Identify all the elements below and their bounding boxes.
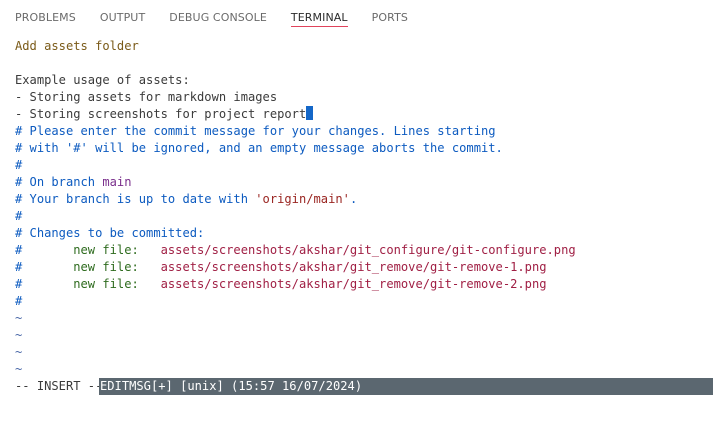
usage-item-line: - Storing assets for markdown images xyxy=(15,90,278,104)
tab-output[interactable]: OUTPUT xyxy=(100,0,145,27)
file-status-info: EDITMSG[+] [unix] (15:57 16/07/2024) xyxy=(99,378,713,395)
staged-file-path: assets/screenshots/akshar/git_remove/git… xyxy=(160,260,547,274)
new-file-label: new file: xyxy=(73,277,139,291)
text-cursor xyxy=(306,106,314,120)
branch-line: # On branch main xyxy=(15,174,705,191)
branch-prefix: # On branch xyxy=(15,175,103,189)
tab-problems[interactable]: PROBLEMS xyxy=(15,0,76,27)
upstream-name: 'origin/main' xyxy=(255,192,350,206)
tab-ports[interactable]: PORTS xyxy=(372,0,408,27)
tab-debug-console[interactable]: DEBUG CONSOLE xyxy=(169,0,267,27)
new-file-label: new file: xyxy=(73,243,139,257)
comment-line: # Please enter the commit message for yo… xyxy=(15,124,496,138)
staged-file-line: # new file: assets/screenshots/akshar/gi… xyxy=(15,276,705,293)
usage-item-text: - Storing screenshots for project report xyxy=(15,107,307,121)
staged-file-line: # new file: assets/screenshots/akshar/gi… xyxy=(15,242,705,259)
empty-buffer-line: ~ xyxy=(15,362,23,376)
comment-line: # xyxy=(15,209,23,223)
usage-heading-line: Example usage of assets: xyxy=(15,73,190,87)
panel-tab-bar: PROBLEMS OUTPUT DEBUG CONSOLE TERMINAL P… xyxy=(0,0,713,34)
commit-message-line: Add assets folder xyxy=(15,39,139,53)
terminal-editor[interactable]: Add assets folder Example usage of asset… xyxy=(15,38,705,378)
vim-status-bar: -- INSERT -- EDITMSG[+] [unix] (15:57 16… xyxy=(0,378,713,395)
branch-name: main xyxy=(102,175,132,189)
staged-file-path: assets/screenshots/akshar/git_remove/git… xyxy=(160,277,547,291)
comment-line: # with '#' will be ignored, and an empty… xyxy=(15,141,503,155)
usage-item-line-cursor: - Storing screenshots for project report xyxy=(15,106,705,123)
empty-buffer-line: ~ xyxy=(15,311,23,325)
comment-line: # xyxy=(15,158,23,172)
comment-line: # xyxy=(15,294,23,308)
tab-terminal[interactable]: TERMINAL xyxy=(290,0,348,27)
upstream-prefix: # Your branch is up to date with xyxy=(15,192,256,206)
insert-mode-indicator: -- INSERT -- xyxy=(15,379,103,393)
staged-file-line: # new file: assets/screenshots/akshar/gi… xyxy=(15,259,705,276)
upstream-suffix: . xyxy=(349,192,358,206)
upstream-line: # Your branch is up to date with 'origin… xyxy=(15,191,705,208)
empty-buffer-line: ~ xyxy=(15,345,23,359)
changes-heading-line: # Changes to be committed: xyxy=(15,226,205,240)
new-file-label: new file: xyxy=(73,260,139,274)
staged-file-path: assets/screenshots/akshar/git_configure/… xyxy=(160,243,576,257)
empty-buffer-line: ~ xyxy=(15,328,23,342)
